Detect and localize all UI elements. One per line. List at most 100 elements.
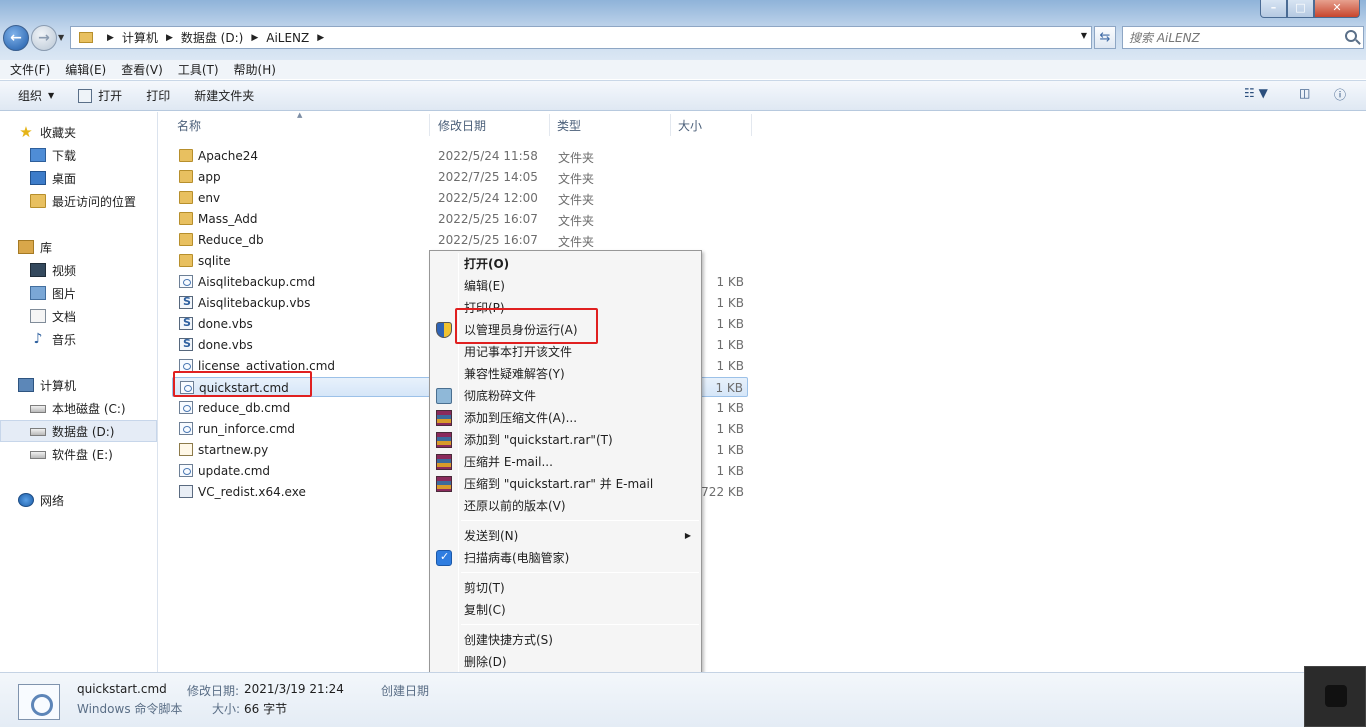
history-dropdown-icon[interactable]: ▼ bbox=[58, 33, 64, 42]
breadcrumb-chevron-icon[interactable]: ▶ bbox=[166, 33, 173, 43]
breadcrumb: ▶ 计算机 ▶ 数据盘 (D:) ▶ AiLENZ ▶ bbox=[99, 29, 332, 46]
new-folder-button[interactable]: 新建文件夹 bbox=[194, 87, 254, 104]
submenu-arrow-icon: ▶ bbox=[684, 531, 691, 540]
nav-music[interactable]: ♪ 音乐 bbox=[30, 328, 187, 350]
file-size: 1 KB bbox=[716, 359, 744, 373]
document-icon bbox=[30, 309, 46, 323]
print-button[interactable]: 打印 bbox=[146, 87, 170, 104]
file-row[interactable]: env 2022/5/24 12:00 文件夹 bbox=[172, 188, 748, 208]
file-row[interactable]: app 2022/7/25 14:05 文件夹 bbox=[172, 167, 748, 187]
forward-button[interactable]: → bbox=[31, 25, 57, 51]
column-header-modified[interactable]: 修改日期 bbox=[432, 114, 550, 136]
nav-computer[interactable]: 计算机 bbox=[18, 374, 175, 396]
menu-view[interactable]: 查看(V) bbox=[121, 61, 163, 78]
context-menu-item[interactable]: 压缩并 E-mail... bbox=[464, 451, 553, 473]
close-button[interactable]: ✕ bbox=[1314, 0, 1360, 18]
refresh-button[interactable]: ⇆ bbox=[1094, 26, 1116, 49]
file-type: 文件夹 bbox=[558, 235, 595, 249]
context-menu-item[interactable]: 剪切(T) bbox=[464, 577, 505, 599]
breadcrumb-ailenz[interactable]: AiLENZ bbox=[266, 31, 309, 45]
breadcrumb-computer[interactable]: 计算机 bbox=[122, 29, 158, 46]
command-bar: 组织 ▼ 打开 打印 新建文件夹 bbox=[0, 80, 1366, 111]
file-type: 文件夹 bbox=[558, 172, 595, 186]
context-menu-item[interactable]: 还原以前的版本(V) bbox=[464, 495, 566, 517]
winrar-icon bbox=[436, 410, 452, 426]
computer-icon bbox=[18, 378, 34, 392]
context-menu-item[interactable]: 压缩到 "quickstart.rar" 并 E-mail bbox=[464, 473, 653, 495]
exe-file-icon bbox=[179, 485, 193, 498]
picture-icon bbox=[30, 286, 46, 300]
address-bar[interactable]: ▶ 计算机 ▶ 数据盘 (D:) ▶ AiLENZ ▶ ▼ bbox=[70, 26, 1092, 49]
hard-drive-icon bbox=[30, 451, 46, 459]
nav-label: 音乐 bbox=[52, 332, 77, 347]
nav-label: 库 bbox=[40, 240, 53, 255]
context-menu-item[interactable]: 删除(D) bbox=[464, 651, 507, 673]
view-options-icon[interactable]: ☷ ▼ bbox=[1244, 86, 1268, 100]
video-icon bbox=[30, 263, 46, 277]
back-button[interactable]: ← bbox=[3, 25, 29, 51]
details-size-value: 66 字节 bbox=[244, 702, 288, 716]
breadcrumb-chevron-icon[interactable]: ▶ bbox=[107, 33, 114, 43]
maximize-button[interactable]: □ bbox=[1287, 0, 1314, 18]
minimize-button[interactable]: – bbox=[1260, 0, 1287, 18]
context-menu-item[interactable]: 添加到压缩文件(A)... bbox=[464, 407, 577, 429]
menu-file[interactable]: 文件(F) bbox=[10, 61, 50, 78]
nav-label: 本地磁盘 (C:) bbox=[52, 401, 126, 416]
context-menu-item[interactable]: 复制(C) bbox=[464, 599, 506, 621]
nav-documents[interactable]: 文档 bbox=[30, 305, 187, 327]
file-row[interactable]: Mass_Add 2022/5/25 16:07 文件夹 bbox=[172, 209, 748, 229]
nav-favorites[interactable]: ★ 收藏夹 bbox=[18, 121, 175, 143]
file-row[interactable]: Apache24 2022/5/24 11:58 文件夹 bbox=[172, 146, 748, 166]
nav-drive-d[interactable]: 数据盘 (D:) bbox=[0, 420, 157, 442]
nav-label: 最近访问的位置 bbox=[52, 194, 137, 209]
details-created-label: 创建日期 bbox=[381, 684, 430, 698]
details-filename: quickstart.cmd bbox=[77, 682, 167, 696]
nav-recent-places[interactable]: 最近访问的位置 bbox=[30, 190, 187, 212]
nav-desktop[interactable]: 桌面 bbox=[30, 167, 187, 189]
nav-network[interactable]: 网络 bbox=[18, 489, 175, 511]
breadcrumb-drive-d[interactable]: 数据盘 (D:) bbox=[181, 29, 243, 46]
context-menu-item[interactable]: 编辑(E) bbox=[464, 275, 505, 297]
sort-ascending-icon: ▲ bbox=[297, 111, 303, 119]
nav-downloads[interactable]: 下载 bbox=[30, 144, 187, 166]
nav-videos[interactable]: 视频 bbox=[30, 259, 187, 281]
column-header-size[interactable]: 大小 bbox=[672, 114, 752, 136]
forward-arrow-icon: → bbox=[38, 30, 50, 46]
breadcrumb-chevron-icon[interactable]: ▶ bbox=[317, 33, 324, 43]
context-menu-item[interactable]: 用记事本打开该文件 bbox=[464, 341, 572, 363]
file-date: 2022/7/25 14:05 bbox=[438, 170, 538, 184]
preview-pane-icon[interactable]: ◫ bbox=[1299, 86, 1310, 100]
help-icon[interactable]: ⓘ bbox=[1334, 86, 1346, 103]
search-input[interactable] bbox=[1123, 27, 1333, 48]
file-size: 1 KB bbox=[716, 464, 744, 478]
context-menu-item[interactable]: 添加到 "quickstart.rar"(T) bbox=[464, 429, 613, 451]
column-header-type[interactable]: 类型 bbox=[551, 114, 671, 136]
nav-drive-c[interactable]: 本地磁盘 (C:) bbox=[30, 397, 187, 419]
breadcrumb-chevron-icon[interactable]: ▶ bbox=[251, 33, 258, 43]
search-box[interactable] bbox=[1122, 26, 1364, 49]
organize-button[interactable]: 组织 ▼ bbox=[18, 87, 54, 104]
python-file-icon bbox=[179, 443, 193, 456]
address-dropdown-icon[interactable]: ▼ bbox=[1081, 31, 1087, 40]
nav-pictures[interactable]: 图片 bbox=[30, 282, 187, 304]
file-date: 2022/5/24 11:58 bbox=[438, 149, 538, 163]
menu-help[interactable]: 帮助(H) bbox=[234, 61, 276, 78]
menu-edit[interactable]: 编辑(E) bbox=[65, 61, 106, 78]
file-row[interactable]: Reduce_db 2022/5/25 16:07 文件夹 bbox=[172, 230, 748, 250]
menu-tools[interactable]: 工具(T) bbox=[178, 61, 219, 78]
minimize-icon: – bbox=[1270, 1, 1277, 14]
vbs-file-icon bbox=[179, 337, 193, 351]
context-menu-item[interactable]: 打开(O) bbox=[464, 253, 509, 275]
nav-libraries[interactable]: 库 bbox=[18, 236, 175, 258]
open-button[interactable]: 打开 bbox=[78, 87, 122, 104]
nav-label: 下载 bbox=[52, 148, 77, 163]
context-menu-item[interactable]: 彻底粉碎文件 bbox=[464, 385, 536, 407]
file-type: 文件夹 bbox=[558, 193, 595, 207]
context-menu-item[interactable]: 创建快捷方式(S) bbox=[464, 629, 553, 651]
context-menu-item[interactable]: 扫描病毒(电脑管家) bbox=[464, 547, 569, 569]
nav-drive-e[interactable]: 软件盘 (E:) bbox=[30, 443, 187, 465]
search-icon[interactable] bbox=[1345, 30, 1357, 42]
context-menu-item[interactable]: 发送到(N) bbox=[464, 525, 518, 547]
context-menu-item[interactable]: 兼容性疑难解答(Y) bbox=[464, 363, 565, 385]
details-filetype: Windows 命令脚本 bbox=[77, 702, 183, 716]
